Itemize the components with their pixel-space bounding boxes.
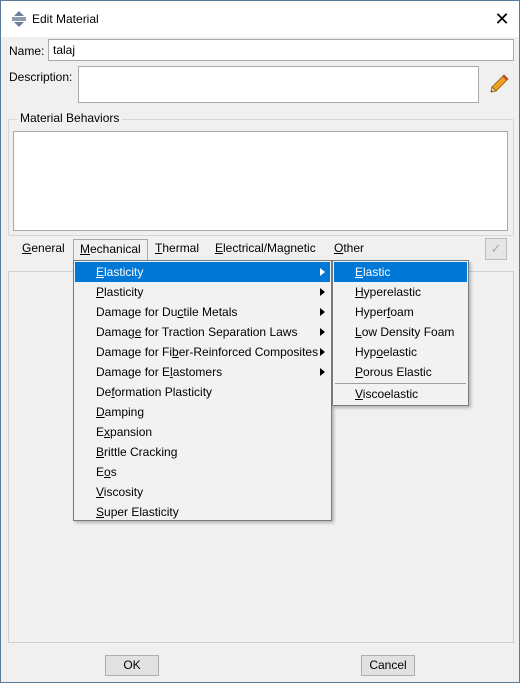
description-label: Description:	[9, 70, 73, 84]
menuitem-damage-ductile[interactable]: Damage for Ductile Metals	[75, 302, 330, 322]
menu-thermal-label: hermal	[162, 241, 200, 255]
menu-general-accel: G	[22, 241, 32, 255]
mi-traction-post: for Traction Separation Laws	[141, 325, 298, 339]
mi-ductile-pre: Damage for Du	[96, 305, 178, 319]
menu-general-label: eneral	[31, 241, 65, 255]
menu-general[interactable]: General	[16, 239, 71, 260]
submenu-porous-elastic[interactable]: Porous Elastic	[334, 362, 467, 382]
menuitem-damping[interactable]: Damping	[75, 402, 330, 422]
mi-super-post: uper Elasticity	[104, 505, 179, 519]
mi-eos-pre: E	[96, 465, 105, 479]
edit-behavior-icon[interactable]: ✓	[485, 238, 507, 260]
submenu-arrow-icon	[320, 288, 325, 296]
mi-expansion-pre: E	[96, 425, 105, 439]
mi-deformation-pre: De	[96, 385, 112, 399]
menu-mechanical-accel: M	[80, 242, 90, 256]
name-label: Name:	[9, 44, 45, 58]
menuitem-deformation-plasticity[interactable]: Deformation Plasticity	[75, 382, 330, 402]
cancel-button[interactable]: Cancel	[361, 655, 415, 676]
si-visco-post: iscoelastic	[362, 387, 419, 401]
mi-elastomers-post: astomers	[172, 365, 223, 379]
menuitem-viscosity[interactable]: Viscosity	[75, 482, 330, 502]
mi-elasticity-accel: E	[96, 265, 105, 279]
menu-mechanical-label: echanical	[90, 242, 141, 256]
pencil-icon[interactable]	[488, 73, 510, 95]
menuitem-elasticity[interactable]: Elasticity	[75, 262, 330, 282]
menu-mechanical[interactable]: Mechanical	[73, 239, 148, 260]
mi-viscosity-post: iscosity	[103, 485, 144, 499]
name-field[interactable]	[48, 39, 514, 61]
ok-button[interactable]: OK	[105, 655, 159, 676]
submenu-arrow-icon	[320, 328, 325, 336]
menuitem-eos[interactable]: Eos	[75, 462, 330, 482]
close-icon[interactable]: ✕	[485, 1, 519, 37]
si-lowdensity-accel: L	[355, 325, 362, 339]
mi-fiber-accel: b	[172, 345, 179, 359]
mi-brittle-post: rittle Cracking	[104, 445, 178, 459]
mi-brittle-accel: B	[96, 445, 105, 459]
si-porous-accel: P	[355, 365, 364, 379]
submenu-arrow-icon	[320, 348, 325, 356]
menuitem-damage-elastomers[interactable]: Damage for Elastomers	[75, 362, 330, 382]
menuitem-plasticity[interactable]: Plasticity	[75, 282, 330, 302]
mi-plasticity-accel: P	[96, 285, 105, 299]
si-elastic-accel: E	[355, 265, 364, 279]
mi-damping-accel: D	[96, 405, 105, 419]
menu-electrical-label: lectrical/Magnetic	[223, 241, 316, 255]
si-visco-accel: V	[355, 387, 363, 401]
mi-deformation-post: ormation Plasticity	[114, 385, 213, 399]
menu-other-accel: O	[334, 241, 344, 255]
material-behaviors-title: Material Behaviors	[17, 111, 123, 125]
menu-thermal[interactable]: Thermal	[149, 239, 205, 260]
submenu-viscoelastic[interactable]: Viscoelastic	[334, 384, 467, 404]
submenu-arrow-icon	[320, 268, 325, 276]
mi-eos-post: s	[110, 465, 117, 479]
si-porous-post: orous Elastic	[363, 365, 432, 379]
menuitem-brittle-cracking[interactable]: Brittle Cracking	[75, 442, 330, 462]
si-hyperelastic-post: yperelastic	[363, 285, 422, 299]
edit-material-dialog: Edit Material ✕ Name: Description: Mater…	[0, 0, 520, 683]
mi-viscosity-accel: V	[96, 485, 104, 499]
si-hyperelastic-accel: H	[355, 285, 364, 299]
mi-fiber-post: er-Reinforced Composites	[178, 345, 319, 359]
si-elastic-post: lastic	[363, 265, 391, 279]
menuitem-damage-fiber[interactable]: Damage for Fiber-Reinforced Composites	[75, 342, 330, 362]
mi-expansion-post: pansion	[110, 425, 153, 439]
si-lowdensity-post: ow Density Foam	[361, 325, 455, 339]
si-hyperfoam-post: oam	[390, 305, 414, 319]
si-hypoelastic-post: elastic	[383, 345, 418, 359]
menuitem-expansion[interactable]: Expansion	[75, 422, 330, 442]
mi-ductile-post: tile Metals	[183, 305, 238, 319]
submenu-elastic[interactable]: Elastic	[334, 262, 467, 282]
submenu-arrow-icon	[320, 368, 325, 376]
submenu-low-density-foam[interactable]: Low Density Foam	[334, 322, 467, 342]
submenu-hypoelastic[interactable]: Hypoelastic	[334, 342, 467, 362]
menu-other[interactable]: Other	[328, 239, 370, 260]
submenu-arrow-icon	[320, 308, 325, 316]
menuitem-super-elasticity[interactable]: Super Elasticity	[75, 502, 330, 522]
menu-electrical-magnetic[interactable]: Electrical/Magnetic	[209, 239, 322, 260]
mi-super-accel: S	[96, 505, 105, 519]
mi-plasticity-post: lasticity	[104, 285, 144, 299]
title-bar: Edit Material ✕	[1, 1, 519, 37]
material-behaviors-list[interactable]	[13, 131, 508, 231]
mi-fiber-pre: Damage for Fi	[96, 345, 173, 359]
elasticity-submenu: Elastic Hyperelastic Hyperfoam Low Densi…	[332, 260, 469, 406]
mi-eos-accel: o	[104, 465, 111, 479]
mi-damping-post: amping	[104, 405, 145, 419]
si-hypoelastic-pre: Hyp	[355, 345, 377, 359]
mi-traction-pre: Damag	[96, 325, 135, 339]
window-title: Edit Material	[32, 12, 99, 26]
submenu-hyperfoam[interactable]: Hyperfoam	[334, 302, 467, 322]
mi-elastomers-pre: Damage for E	[96, 365, 171, 379]
mi-elasticity-post: lasticity	[104, 265, 144, 279]
menuitem-damage-traction[interactable]: Damage for Traction Separation Laws	[75, 322, 330, 342]
submenu-hyperelastic[interactable]: Hyperelastic	[334, 282, 467, 302]
menu-electrical-accel: E	[215, 241, 224, 255]
description-field[interactable]	[78, 66, 479, 103]
app-icon	[12, 11, 26, 27]
si-hyperfoam-pre: Hyper	[355, 305, 388, 319]
mechanical-dropdown-menu: Elasticity Plasticity Damage for Ductile…	[73, 260, 332, 521]
menu-other-label: ther	[343, 241, 365, 255]
